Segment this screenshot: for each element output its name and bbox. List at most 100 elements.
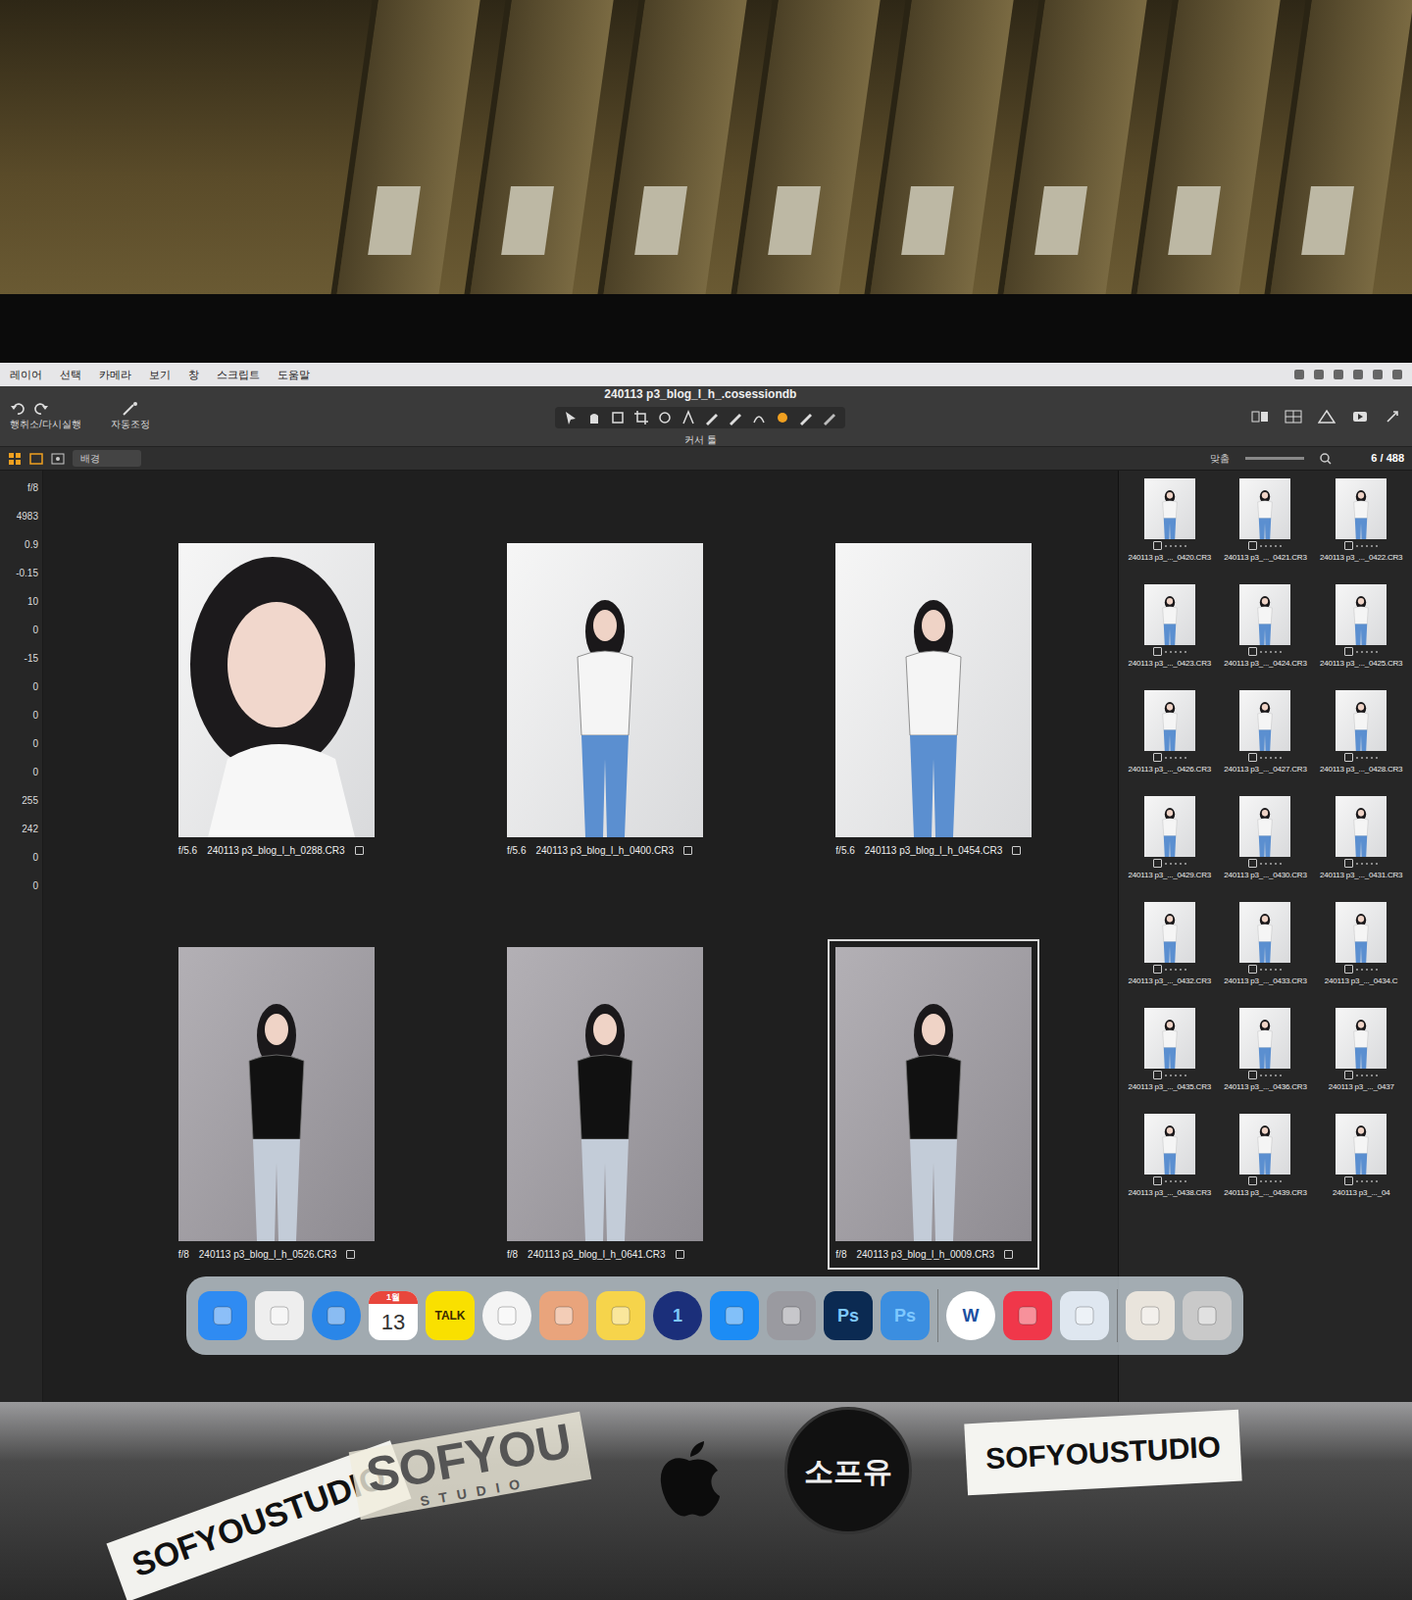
thumbnail-rating[interactable]: [1153, 1174, 1187, 1186]
grid-icon[interactable]: [1284, 408, 1303, 425]
rating-dot[interactable]: [1269, 1074, 1272, 1077]
rating-dot[interactable]: [1274, 1180, 1277, 1183]
rating-dot[interactable]: [1260, 968, 1262, 971]
rating-dot[interactable]: [1365, 968, 1368, 971]
rating-dot[interactable]: [1365, 1074, 1368, 1077]
rating-dot[interactable]: [1179, 862, 1182, 865]
thumbnail[interactable]: [1144, 1008, 1196, 1069]
rating-dot[interactable]: [1279, 1180, 1282, 1183]
rating-dot[interactable]: [1279, 1074, 1282, 1077]
thumbnail-item[interactable]: 240113 p3_..._0433.CR3: [1218, 902, 1313, 1005]
app-icon[interactable]: [207, 1301, 238, 1331]
thumbnail-rating[interactable]: [1248, 857, 1282, 868]
thumbnail-item[interactable]: 240113 p3_..._0435.CR3: [1122, 1008, 1217, 1110]
thumbnail-checkbox[interactable]: [1153, 541, 1162, 551]
rating-dot[interactable]: [1179, 651, 1182, 654]
thumbnail-item[interactable]: 240113 p3_..._0427.CR3: [1218, 690, 1313, 793]
rating-dot[interactable]: [1260, 651, 1262, 654]
app-icon[interactable]: [492, 1301, 522, 1331]
rating-dot[interactable]: [1169, 1074, 1172, 1077]
dock-app[interactable]: [198, 1291, 248, 1341]
thumbnail-checkbox[interactable]: [1248, 1176, 1258, 1186]
rating-dot[interactable]: [1370, 1180, 1373, 1183]
thumbnail-checkbox[interactable]: [1153, 1070, 1162, 1080]
thumbnail[interactable]: [1144, 690, 1196, 752]
rating-dot[interactable]: [1164, 968, 1167, 971]
rating-dot[interactable]: [1361, 1180, 1363, 1183]
menu-item[interactable]: 카메라: [99, 366, 132, 384]
app-icon[interactable]: [1192, 1301, 1222, 1331]
adjustment-value[interactable]: 10: [3, 594, 39, 609]
thumbnail-checkbox[interactable]: [1248, 964, 1258, 974]
menu-item[interactable]: 창: [188, 366, 200, 384]
rating-dot[interactable]: [1264, 968, 1267, 971]
tool-icon[interactable]: [774, 409, 791, 426]
photo-checkbox[interactable]: [683, 846, 693, 856]
rating-dot[interactable]: [1164, 756, 1167, 759]
rating-dot[interactable]: [1169, 968, 1172, 971]
tool-icon[interactable]: [656, 409, 673, 426]
thumbnail-item[interactable]: 240113 p3_..._0436.CR3: [1218, 1008, 1313, 1110]
app-icon[interactable]: [549, 1301, 579, 1331]
thumbnail-checkbox[interactable]: [1344, 858, 1354, 868]
thumbnail-rating[interactable]: [1344, 857, 1378, 868]
auto-adjust-group[interactable]: 자동조정: [110, 401, 151, 432]
thumbnail-item[interactable]: 240113 p3_..._0422.CR3: [1313, 478, 1409, 581]
thumbnail-item[interactable]: 240113 p3_..._0424.CR3: [1218, 584, 1313, 687]
expand-icon[interactable]: [1384, 408, 1403, 425]
adjustment-value[interactable]: 0: [3, 736, 39, 752]
thumbnail-rating[interactable]: [1248, 1174, 1282, 1186]
photo-checkbox[interactable]: [346, 1250, 355, 1260]
dock-app[interactable]: Ps: [823, 1291, 873, 1341]
rating-dot[interactable]: [1274, 968, 1277, 971]
thumbnail[interactable]: [1239, 584, 1291, 646]
thumbnail-rating[interactable]: [1248, 1068, 1282, 1080]
rating-dot[interactable]: [1269, 756, 1272, 759]
photo[interactable]: [835, 947, 1032, 1242]
rating-dot[interactable]: [1174, 862, 1177, 865]
photo[interactable]: [178, 947, 375, 1242]
rating-dot[interactable]: [1269, 651, 1272, 654]
photo-checkbox[interactable]: [1011, 846, 1021, 856]
rating-dot[interactable]: [1169, 862, 1172, 865]
dock-app[interactable]: W: [946, 1291, 996, 1341]
rating-dot[interactable]: [1365, 545, 1368, 548]
thumbnail-item[interactable]: 240113 p3_..._0428.CR3: [1313, 690, 1409, 793]
rating-dot[interactable]: [1361, 862, 1363, 865]
rating-dot[interactable]: [1279, 651, 1282, 654]
thumbnail-rating[interactable]: [1344, 751, 1378, 762]
status-icon[interactable]: [1392, 369, 1403, 380]
dock-app[interactable]: 1: [653, 1291, 703, 1341]
rating-dot[interactable]: [1169, 545, 1172, 548]
rating-dot[interactable]: [1179, 968, 1182, 971]
rating-dot[interactable]: [1264, 545, 1267, 548]
rating-dot[interactable]: [1184, 545, 1187, 548]
dock-app[interactable]: [1059, 1291, 1110, 1341]
adjustment-value[interactable]: 0: [3, 707, 39, 723]
rating-dot[interactable]: [1375, 756, 1378, 759]
rating-dot[interactable]: [1260, 545, 1262, 548]
tool-icon[interactable]: [821, 409, 838, 426]
rating-dot[interactable]: [1184, 862, 1187, 865]
dock-app[interactable]: Ps: [880, 1291, 930, 1341]
compare-icon[interactable]: [1251, 408, 1269, 425]
adjustment-value[interactable]: -0.15: [3, 565, 39, 581]
rating-dot[interactable]: [1370, 756, 1373, 759]
tool-icon[interactable]: [586, 409, 603, 426]
rating-dot[interactable]: [1164, 1180, 1167, 1183]
rating-dot[interactable]: [1375, 545, 1378, 548]
thumbnail[interactable]: [1335, 902, 1387, 963]
rating-dot[interactable]: [1356, 968, 1359, 971]
status-icon[interactable]: [1372, 369, 1383, 380]
thumbnail-item[interactable]: 240113 p3_..._0425.CR3: [1313, 584, 1409, 687]
rating-dot[interactable]: [1365, 862, 1368, 865]
tool-icon[interactable]: [751, 409, 767, 426]
tool-icon[interactable]: [704, 409, 720, 426]
thumbnail-checkbox[interactable]: [1344, 1176, 1354, 1186]
rating-dot[interactable]: [1169, 651, 1172, 654]
thumbnail-checkbox[interactable]: [1153, 647, 1162, 656]
app-icon[interactable]: [264, 1301, 295, 1331]
single-view-icon[interactable]: [29, 452, 44, 466]
undo-icon[interactable]: [9, 401, 26, 417]
thumbnail-item[interactable]: 240113 p3_..._0439.CR3: [1218, 1113, 1313, 1216]
